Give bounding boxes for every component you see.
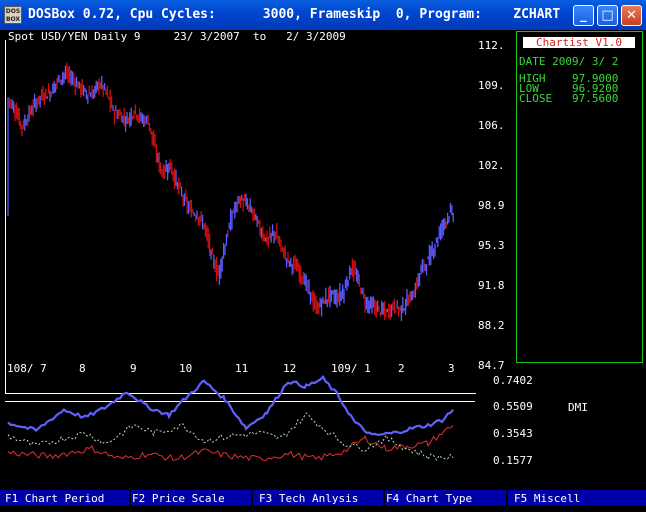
window-titlebar[interactable]: DOS BOX DOSBox 0.72, Cpu Cycles: 3000, F…	[0, 0, 646, 30]
close-label: CLOSE	[519, 92, 553, 105]
dmi-series-line	[7, 375, 455, 436]
menu-chart-period[interactable]: F1 Chart Period	[5, 492, 104, 505]
maximize-button[interactable]: □	[597, 5, 618, 26]
menu-chart-type[interactable]: F4 Chart Type	[386, 492, 472, 505]
dos-screen: Spot USD/YEN Daily 9 23/ 3/2007 to 2/ 3/…	[0, 30, 646, 512]
menu-separator	[506, 490, 508, 506]
panel-close-row: CLOSE 97.5600	[519, 93, 618, 104]
menu-tech-analysis[interactable]: F3 Tech Anlysis	[259, 492, 358, 505]
menu-separator	[251, 490, 253, 506]
window-title: DOSBox 0.72, Cpu Cycles: 3000, Frameskip…	[28, 7, 561, 22]
menu-price-scale[interactable]: F2 Price Scale	[132, 492, 225, 505]
function-key-menu: F1 Chart Period F2 Price Scale F3 Tech A…	[0, 490, 646, 506]
dosbox-app-icon[interactable]: DOS BOX	[4, 6, 22, 24]
menu-separator	[129, 490, 131, 506]
menu-separator	[383, 490, 385, 506]
panel-date-row: DATE 2009/ 3/ 2	[519, 56, 618, 67]
dmi-series-line	[7, 424, 454, 462]
panel-title: Chartist V1.0	[523, 37, 635, 48]
menu-miscell[interactable]: F5 Miscell	[514, 492, 580, 505]
close-button[interactable]: ✕	[621, 5, 642, 26]
close-value: 97.5600	[572, 92, 619, 105]
date-value: 2009/ 3/ 2	[552, 55, 619, 68]
minimize-button[interactable]: _	[573, 5, 594, 26]
info-panel: Chartist V1.0 DATE 2009/ 3/ 2 HIGH 97.90…	[516, 31, 643, 363]
date-label: DATE	[519, 55, 546, 68]
